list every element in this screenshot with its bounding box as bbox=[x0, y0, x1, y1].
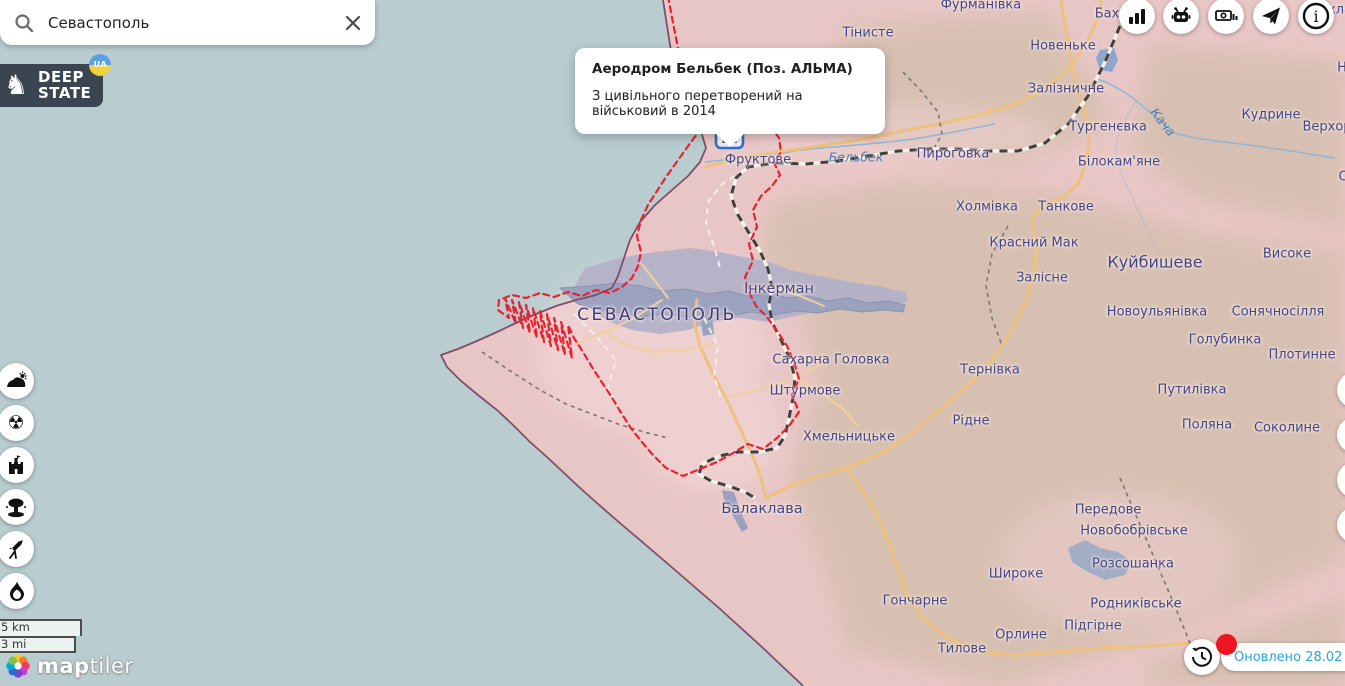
cloud-sun-icon bbox=[4, 369, 28, 393]
mushroom-cloud-icon bbox=[4, 495, 28, 519]
scale-mi: 3 mi bbox=[0, 636, 76, 653]
money-icon bbox=[1214, 5, 1238, 27]
search-icon bbox=[14, 13, 34, 33]
deepstate-map-app: Фурманівка Тінисте Бах хла Новеньке Залі… bbox=[0, 0, 1345, 686]
bar-chart-icon bbox=[1127, 6, 1147, 26]
close-icon[interactable] bbox=[345, 15, 361, 31]
knight-icon: ♞ bbox=[4, 78, 29, 94]
maptiler-logo-icon bbox=[4, 652, 32, 680]
flame-icon bbox=[5, 580, 27, 602]
update-status[interactable]: Оновлено 28.02 о 23:45 bbox=[1221, 643, 1345, 671]
maptiler-word-bold: map bbox=[37, 654, 90, 678]
rocket-icon bbox=[4, 537, 28, 561]
search-bar bbox=[0, 0, 375, 45]
update-indicator-dot bbox=[1216, 634, 1237, 655]
robot-icon bbox=[1170, 5, 1192, 27]
maptiler-word-light: tiler bbox=[90, 654, 134, 678]
marker-tooltip: Аеродром Бельбек (Поз. АЛЬМА) З цивільно… bbox=[575, 48, 885, 134]
history-clock-icon bbox=[1190, 645, 1214, 669]
radiation-icon: ☢ bbox=[7, 414, 24, 433]
info-button[interactable]: i bbox=[1298, 0, 1334, 34]
deepstate-logo[interactable]: ♞ DEEP STATE UA bbox=[0, 64, 103, 107]
scale-km: 5 km bbox=[0, 619, 82, 636]
history-button[interactable] bbox=[1184, 639, 1220, 675]
castle-icon bbox=[5, 454, 27, 476]
maptiler-attribution[interactable]: maptiler bbox=[4, 652, 134, 680]
scale-km-text: 5 km bbox=[1, 620, 30, 634]
logo-line2: STATE bbox=[38, 85, 91, 101]
update-status-text: Оновлено 28.02 о 23:45 bbox=[1234, 650, 1345, 665]
tooltip-body: З цивільного перетворений на військовий … bbox=[592, 89, 868, 119]
tooltip-title: Аеродром Бельбек (Поз. АЛЬМА) bbox=[592, 61, 868, 77]
search-input[interactable] bbox=[46, 13, 345, 33]
telegram-icon bbox=[1260, 5, 1282, 27]
scale-mi-text: 3 mi bbox=[1, 637, 26, 651]
logo-line1: DEEP bbox=[38, 69, 91, 85]
svg-text:i: i bbox=[1313, 7, 1318, 26]
info-icon: i bbox=[1301, 1, 1331, 31]
tooltip-arrow bbox=[715, 133, 745, 147]
